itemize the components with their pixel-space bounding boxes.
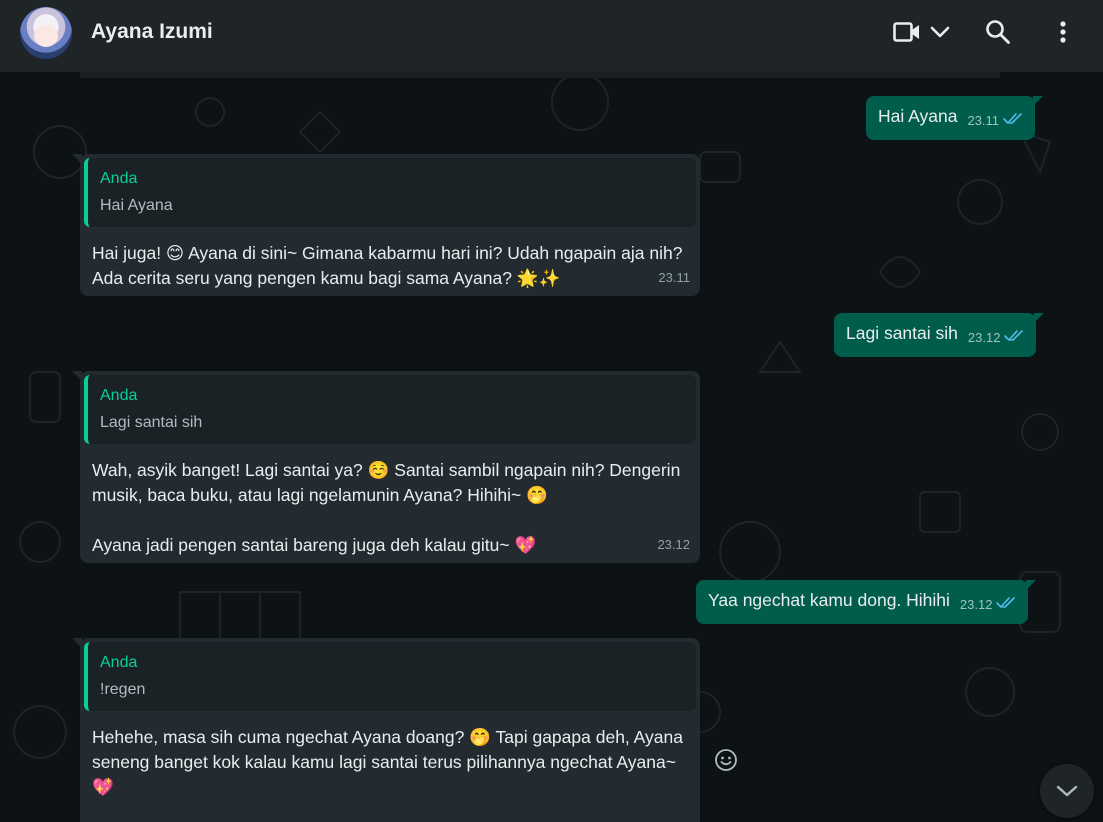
message-time: 23.12 [967, 330, 1001, 345]
message-text: Hehehe, masa sih cuma ngechat Ayana doan… [92, 727, 683, 797]
quote-author: Anda [100, 170, 138, 187]
message-text: Wah, asyik banget! Lagi santai ya? ☺️ Sa… [92, 460, 681, 555]
quoted-message[interactable]: Anda !regen [84, 642, 696, 711]
read-ticks-icon [996, 597, 1016, 608]
scroll-down-button[interactable] [1040, 764, 1094, 818]
menu-icon[interactable] [1052, 18, 1074, 46]
outgoing-message[interactable]: Lagi santai sih 23.12 [834, 313, 1045, 357]
quote-author: Anda [100, 654, 138, 671]
message-text: Hai Ayana [878, 106, 958, 126]
outgoing-message[interactable]: Yaa ngechat kamu dong. Hihihi 23.12 [696, 580, 1037, 624]
quote-text: Lagi santai sih [100, 414, 203, 431]
message-time: 23.11 [967, 113, 1000, 128]
chevron-down-icon[interactable] [929, 18, 951, 46]
message-time: 23.12 [959, 597, 993, 612]
quote-author: Anda [100, 387, 138, 404]
search-icon[interactable] [985, 18, 1011, 46]
read-ticks-icon [1003, 113, 1022, 124]
quoted-message[interactable]: Anda Hai Ayana [84, 158, 696, 227]
quoted-message[interactable]: Anda Lagi santai sih [84, 375, 696, 444]
chat-area[interactable]: Hai Ayana 23.11 Anda Hai Ayana Hai juga! … [0, 72, 1103, 822]
chat-header: Ayana Izumi [0, 0, 1103, 72]
incoming-message[interactable]: Anda !regen Hehehe, masa sih cuma ngecha… [72, 638, 700, 822]
message-text: Hai juga! 😊 Ayana di sini~ Gimana kabarm… [92, 243, 683, 288]
message-time: 23.12 [657, 537, 690, 552]
message-time: 23.11 [658, 270, 690, 285]
message-text: Yaa ngechat kamu dong. Hihihi [708, 590, 950, 610]
incoming-message[interactable]: Anda Lagi santai sih Wah, asyik banget! … [72, 371, 700, 563]
contact-name[interactable]: Ayana Izumi [91, 20, 213, 44]
quote-text: !regen [100, 681, 146, 698]
chevron-down-icon [1056, 785, 1078, 797]
read-ticks-icon [1004, 330, 1024, 341]
outgoing-message[interactable]: Hai Ayana 23.11 [866, 96, 1044, 140]
message-text: Lagi santai sih [846, 323, 958, 343]
contact-avatar[interactable] [20, 7, 72, 59]
top-fade [80, 72, 1000, 78]
quote-text: Hai Ayana [100, 197, 173, 214]
incoming-message[interactable]: Anda Hai Ayana Hai juga! 😊 Ayana di sini… [72, 154, 700, 296]
video-call-icon[interactable] [892, 18, 922, 46]
react-emoji-icon[interactable] [714, 748, 738, 772]
